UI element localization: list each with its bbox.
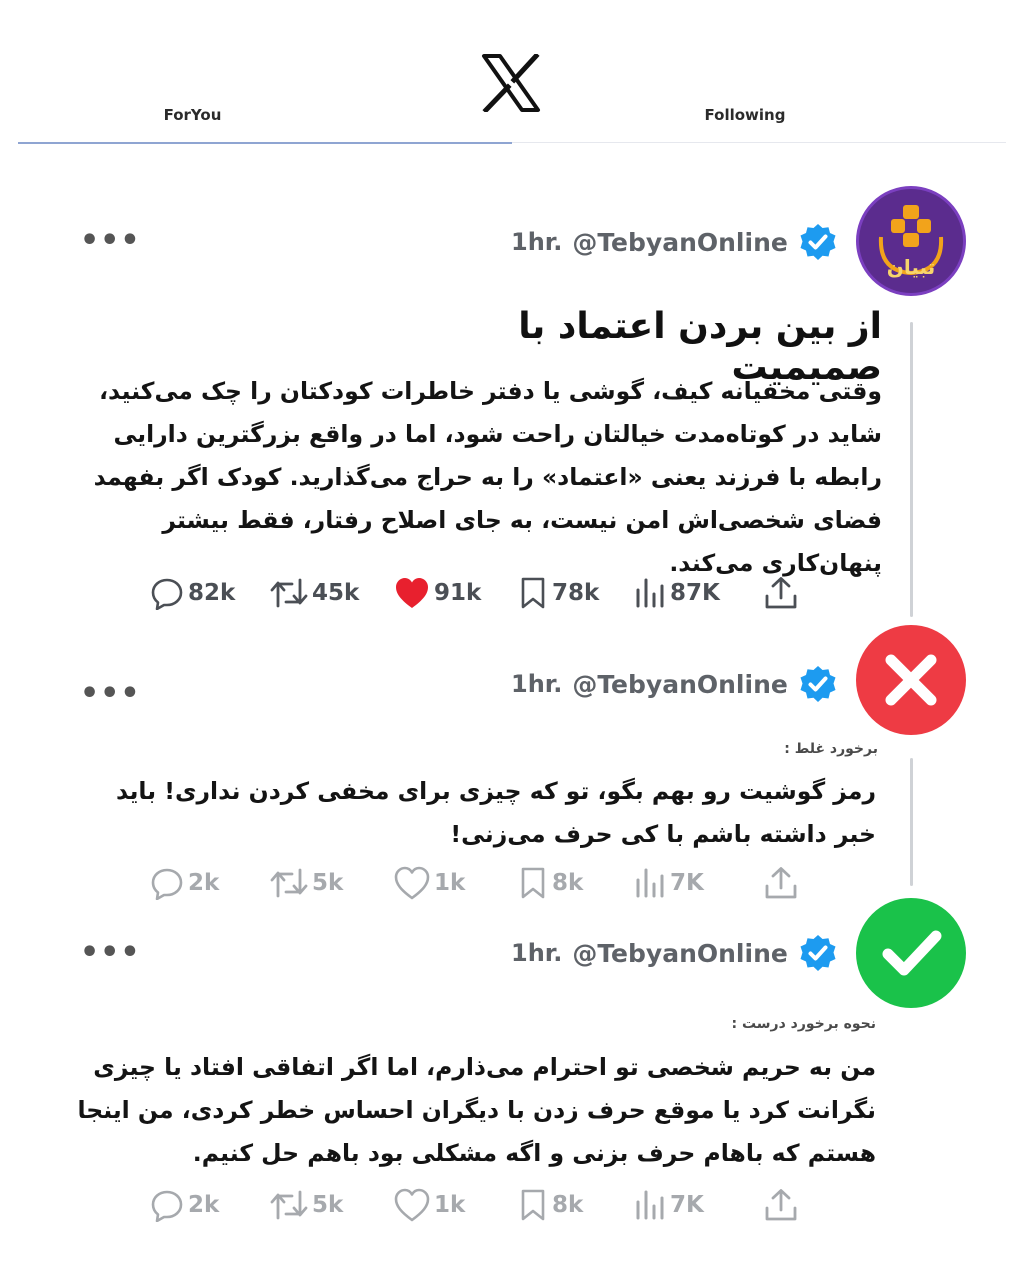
tweet-meta: 1hr. @TebyanOnline — [511, 222, 838, 262]
views-button[interactable]: 7K — [634, 1188, 764, 1222]
label-right-approach: نحوه برخورد درست : — [731, 1016, 876, 1032]
views-count: 7K — [670, 1192, 704, 1218]
like-button[interactable]: 91k — [394, 576, 518, 610]
avatar-label: تبیان — [886, 255, 936, 279]
reply-count: 2k — [188, 870, 220, 896]
reply-icon — [151, 578, 183, 610]
retweet-icon — [270, 1190, 308, 1220]
retweet-icon — [270, 578, 308, 608]
reply-icon — [151, 868, 183, 900]
like-count: 1k — [434, 870, 466, 896]
user-handle[interactable]: @TebyanOnline — [572, 670, 788, 699]
share-icon — [765, 1189, 797, 1221]
timestamp: 1hr. — [511, 670, 563, 698]
x-mark-icon — [885, 654, 937, 706]
user-handle[interactable]: @TebyanOnline — [572, 228, 788, 257]
active-tab-indicator — [18, 142, 512, 144]
avatar[interactable] — [856, 898, 966, 1008]
retweet-count: 5k — [312, 870, 344, 896]
reply-button[interactable]: 82k — [150, 576, 270, 610]
reply-button[interactable]: 2k — [150, 866, 270, 900]
bookmark-button[interactable]: 8k — [518, 866, 634, 900]
retweet-count: 45k — [312, 580, 360, 606]
verified-badge-icon — [800, 935, 836, 971]
avatar[interactable] — [856, 625, 966, 735]
share-icon — [765, 867, 797, 899]
bookmark-icon — [521, 867, 545, 899]
share-button[interactable] — [764, 866, 798, 900]
tweet-body: رمز گوشیت رو بهم بگو، تو که چیزی برای مخ… — [116, 777, 876, 848]
tweet-actions: 2k 5k 1k 8k 7K — [150, 1188, 798, 1222]
retweet-icon — [270, 868, 308, 898]
heart-filled-icon — [396, 578, 428, 608]
check-mark-icon — [882, 930, 942, 976]
tweet-actions: 82k 45k 91k 78k 87K — [150, 576, 798, 610]
reply-icon — [151, 1190, 183, 1222]
bookmark-count: 78k — [552, 580, 600, 606]
more-options-icon[interactable]: ••• — [80, 935, 141, 970]
bookmark-count: 8k — [552, 870, 584, 896]
reply-count: 2k — [188, 1192, 220, 1218]
share-icon — [765, 577, 797, 609]
bookmark-button[interactable]: 78k — [518, 576, 634, 610]
verified-badge-icon — [800, 224, 836, 260]
retweet-count: 5k — [312, 1192, 344, 1218]
retweet-button[interactable]: 45k — [270, 576, 394, 610]
bookmark-icon — [521, 577, 545, 609]
like-count: 1k — [434, 1192, 466, 1218]
like-count: 91k — [434, 580, 482, 606]
views-button[interactable]: 87K — [634, 576, 764, 610]
tweet-body: من به حریم شخصی تو احترام می‌ذارم، اما ا… — [77, 1053, 876, 1167]
retweet-button[interactable]: 5k — [270, 866, 394, 900]
tweet-body: وقتی مخفیانه کیف، گوشی یا دفتر خاطرات کو… — [93, 377, 882, 577]
tab-foryou[interactable]: ForYou — [120, 106, 265, 124]
bookmark-button[interactable]: 8k — [518, 1188, 634, 1222]
views-count: 87K — [670, 580, 720, 606]
views-button[interactable]: 7K — [634, 866, 764, 900]
heart-icon — [394, 866, 430, 900]
more-options-icon[interactable]: ••• — [80, 223, 141, 258]
heart-icon — [394, 1188, 430, 1222]
timestamp: 1hr. — [511, 228, 563, 256]
more-options-icon[interactable]: ••• — [80, 676, 141, 711]
timestamp: 1hr. — [511, 939, 563, 967]
tab-following[interactable]: Following — [670, 106, 820, 124]
thread-line — [910, 758, 913, 886]
views-icon — [636, 1190, 664, 1220]
thread-line — [910, 322, 913, 617]
views-icon — [636, 578, 664, 608]
reply-button[interactable]: 2k — [150, 1188, 270, 1222]
x-logo-icon[interactable] — [480, 54, 542, 112]
bookmark-count: 8k — [552, 1192, 584, 1218]
reply-count: 82k — [188, 580, 236, 606]
verified-badge-icon — [800, 666, 836, 702]
share-button[interactable] — [764, 576, 798, 610]
tab-divider — [512, 142, 1006, 143]
tweet-meta: 1hr. @TebyanOnline — [511, 933, 838, 973]
avatar[interactable]: تبیان — [856, 186, 966, 296]
share-button[interactable] — [764, 1188, 798, 1222]
like-button[interactable]: 1k — [394, 1188, 518, 1222]
views-icon — [636, 868, 664, 898]
retweet-button[interactable]: 5k — [270, 1188, 394, 1222]
bookmark-icon — [521, 1189, 545, 1221]
views-count: 7K — [670, 870, 704, 896]
tweet-meta: 1hr. @TebyanOnline — [511, 664, 838, 704]
tweet-actions: 2k 5k 1k 8k 7K — [150, 866, 798, 900]
label-wrong-approach: برخورد غلط : — [784, 741, 878, 757]
like-button[interactable]: 1k — [394, 866, 518, 900]
user-handle[interactable]: @TebyanOnline — [572, 939, 788, 968]
